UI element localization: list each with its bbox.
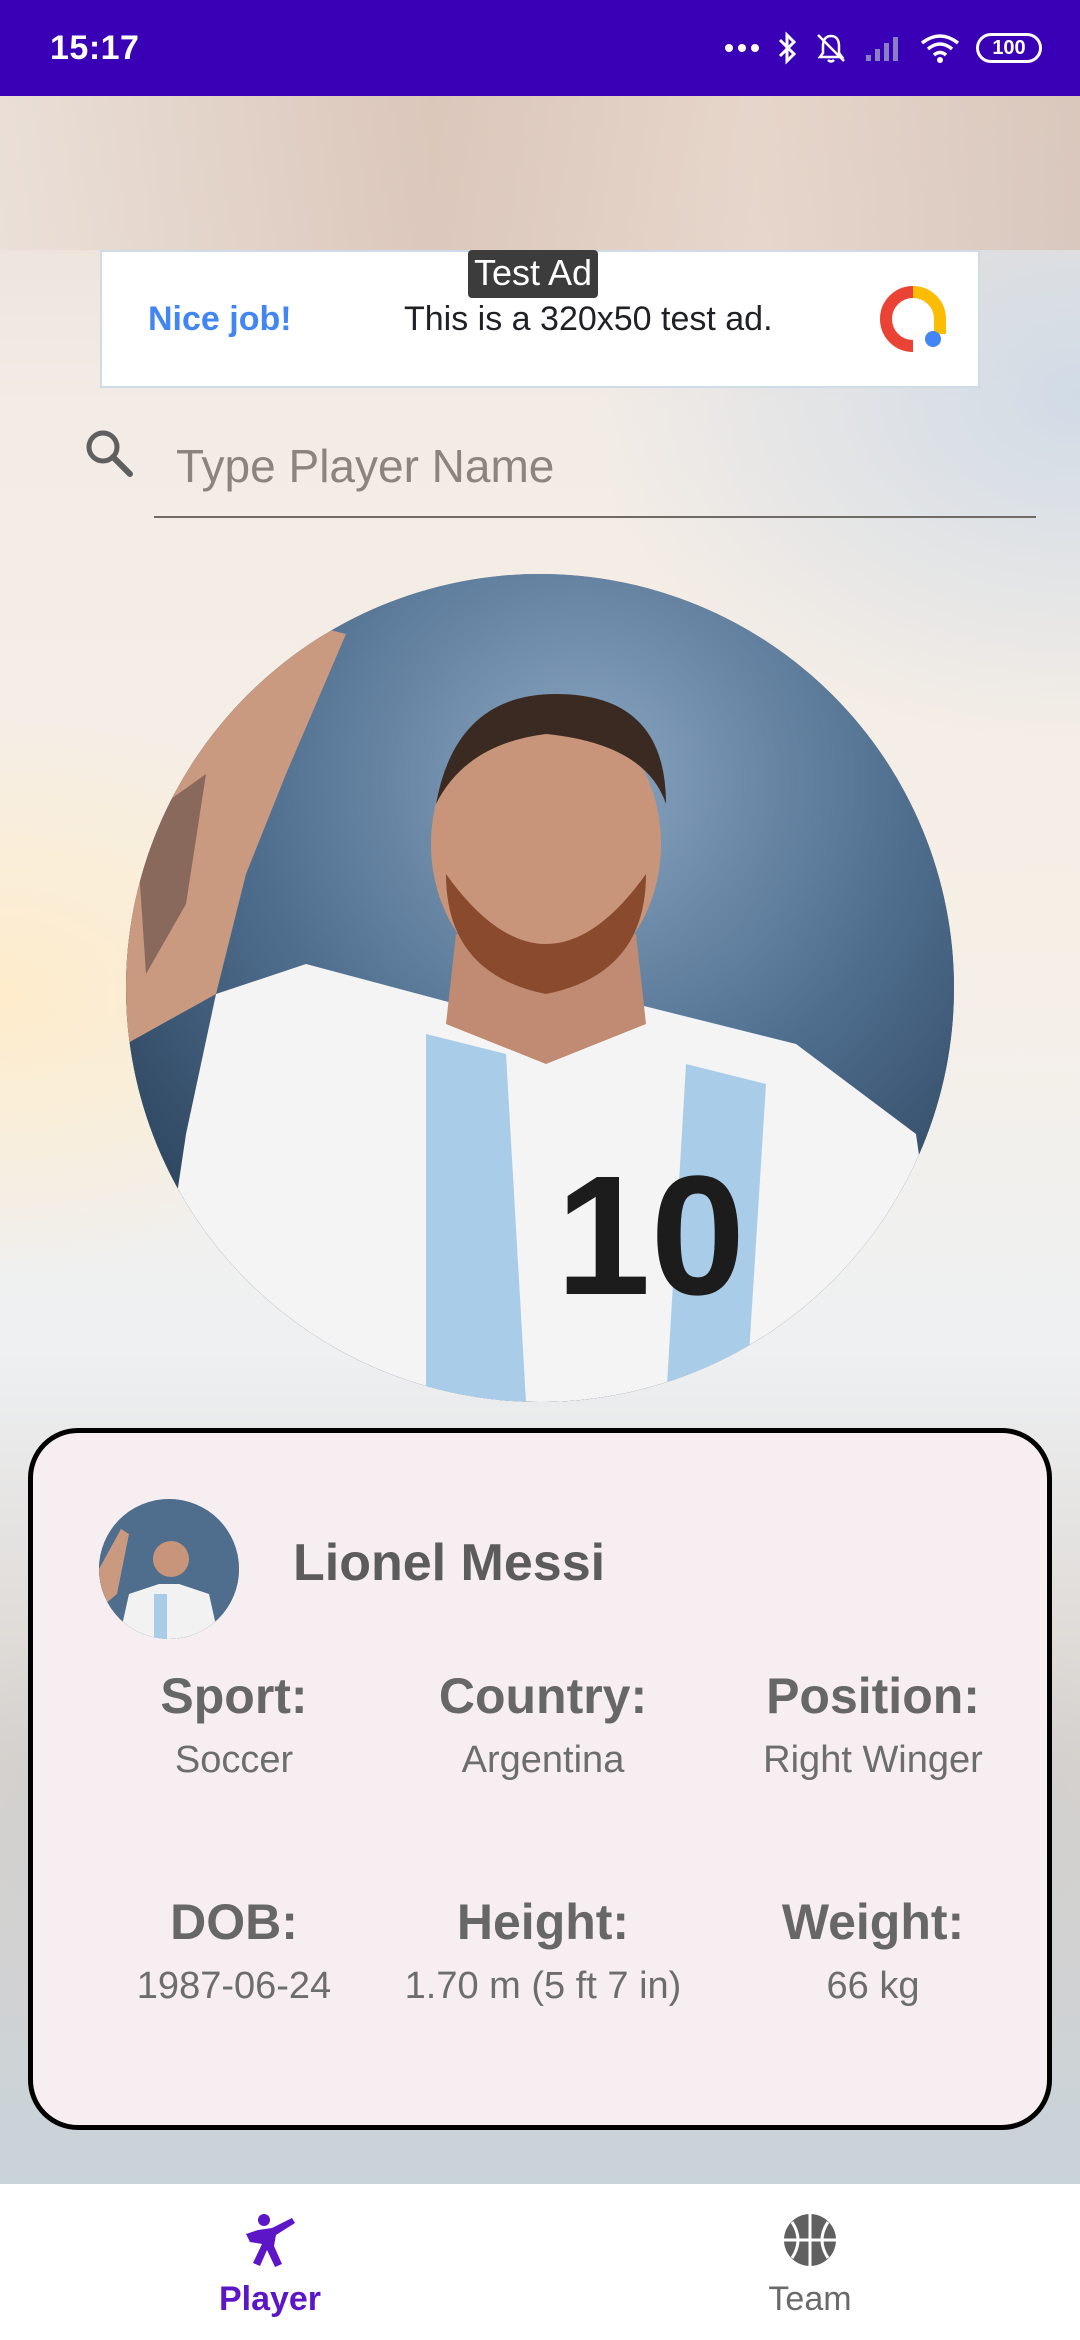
ad-banner[interactable]: Test Ad Nice job! This is a 320x50 test …: [100, 250, 980, 388]
background-top-band: [0, 96, 1080, 250]
player-info-card: Lionel Messi Sport: Soccer Country: Arge…: [28, 1428, 1052, 2130]
more-dots-icon: [724, 43, 760, 53]
stat-label: Position:: [766, 1668, 980, 1724]
nav-item-player[interactable]: Player: [0, 2184, 540, 2340]
signal-icon: [864, 33, 904, 63]
stat-weight: Weight: 66 kg: [708, 1893, 1038, 2008]
svg-text:10: 10: [556, 1141, 745, 1331]
stat-position: Position: Right Winger: [708, 1667, 1038, 1782]
stat-value: 1.70 m (5 ft 7 in): [404, 1965, 682, 2007]
status-bar: 15:17 100: [0, 0, 1080, 96]
stat-value: Soccer: [174, 1739, 294, 1781]
status-icons: 100: [724, 31, 1042, 65]
status-time: 15:17: [50, 28, 140, 67]
bottom-nav: Player Team: [0, 2184, 1080, 2340]
ad-headline[interactable]: Nice job!: [148, 300, 404, 339]
stat-label: Height:: [456, 1894, 630, 1950]
search-icon[interactable]: [80, 424, 140, 484]
stat-label: Sport:: [160, 1668, 308, 1724]
wifi-icon: [920, 33, 960, 63]
search-input[interactable]: [154, 416, 1036, 518]
nav-item-team[interactable]: Team: [540, 2184, 1080, 2340]
ad-logo-icon[interactable]: [878, 284, 948, 354]
stat-label: Weight:: [781, 1894, 965, 1950]
stat-value: 1987-06-24: [136, 1965, 332, 2007]
stat-value: Right Winger: [763, 1739, 983, 1781]
player-name: Lionel Messi: [293, 1534, 606, 1592]
basketball-icon: [780, 2210, 840, 2270]
stat-label: Country:: [438, 1668, 648, 1724]
nav-label-player: Player: [218, 2280, 322, 2318]
battery-icon: 100: [976, 33, 1042, 63]
ad-tag: Test Ad: [468, 250, 599, 298]
stat-sport: Sport: Soccer: [69, 1667, 399, 1782]
player-photo: 10: [126, 574, 954, 1402]
player-icon: [240, 2210, 300, 2270]
stat-value: 66 kg: [826, 1965, 920, 2007]
stat-country: Country: Argentina: [378, 1667, 708, 1782]
bell-muted-icon: [814, 31, 848, 65]
stat-height: Height: 1.70 m (5 ft 7 in): [378, 1893, 708, 2008]
stat-value: Argentina: [461, 1739, 625, 1781]
bluetooth-icon: [776, 31, 798, 65]
nav-label-team: Team: [768, 2280, 852, 2318]
avatar: [99, 1499, 239, 1639]
ad-body: This is a 320x50 test ad.: [404, 299, 773, 338]
stat-label: DOB:: [170, 1894, 298, 1950]
stat-dob: DOB: 1987-06-24: [69, 1893, 399, 2008]
